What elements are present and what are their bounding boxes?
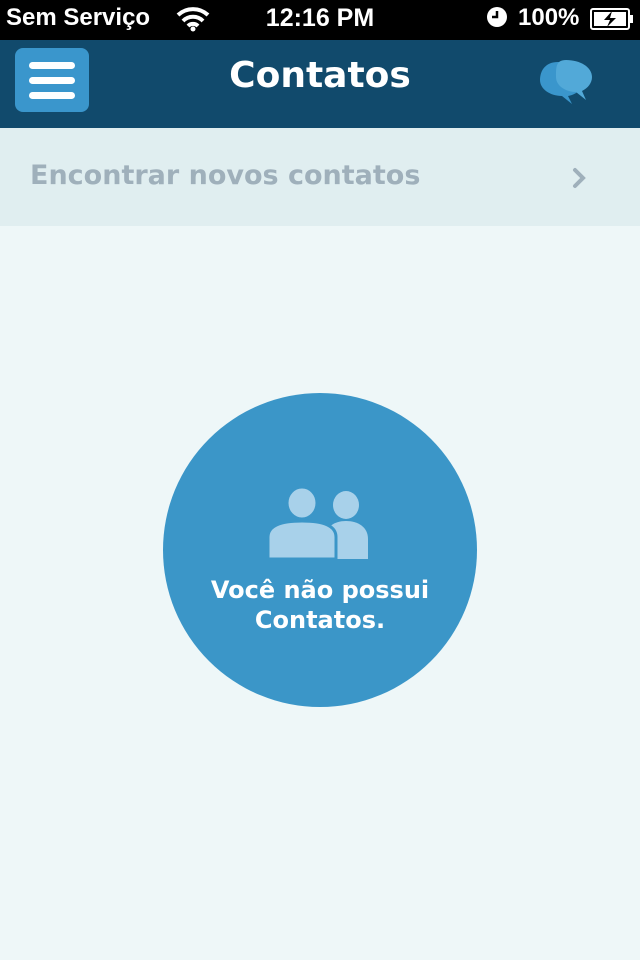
navigation-bar: Contatos — [0, 40, 640, 128]
empty-state-line-2: Contatos. — [254, 606, 386, 634]
chevron-right-icon — [573, 168, 586, 188]
clock-icon — [487, 7, 507, 27]
empty-state-line-1: Você não possui — [210, 576, 430, 604]
people-icon — [266, 487, 368, 559]
find-new-contacts-row[interactable]: Encontrar novos contatos — [0, 128, 640, 226]
empty-state-message: Você não possui Contatos. — [163, 575, 477, 635]
chat-bubbles-icon[interactable] — [536, 58, 596, 110]
find-new-contacts-label: Encontrar novos contatos — [30, 160, 421, 191]
empty-state: Você não possui Contatos. — [163, 393, 477, 707]
battery-charging-icon — [590, 8, 633, 30]
battery-percent: 100% — [518, 4, 580, 31]
status-bar: Sem Serviço 12:16 PM 100% — [0, 0, 640, 40]
